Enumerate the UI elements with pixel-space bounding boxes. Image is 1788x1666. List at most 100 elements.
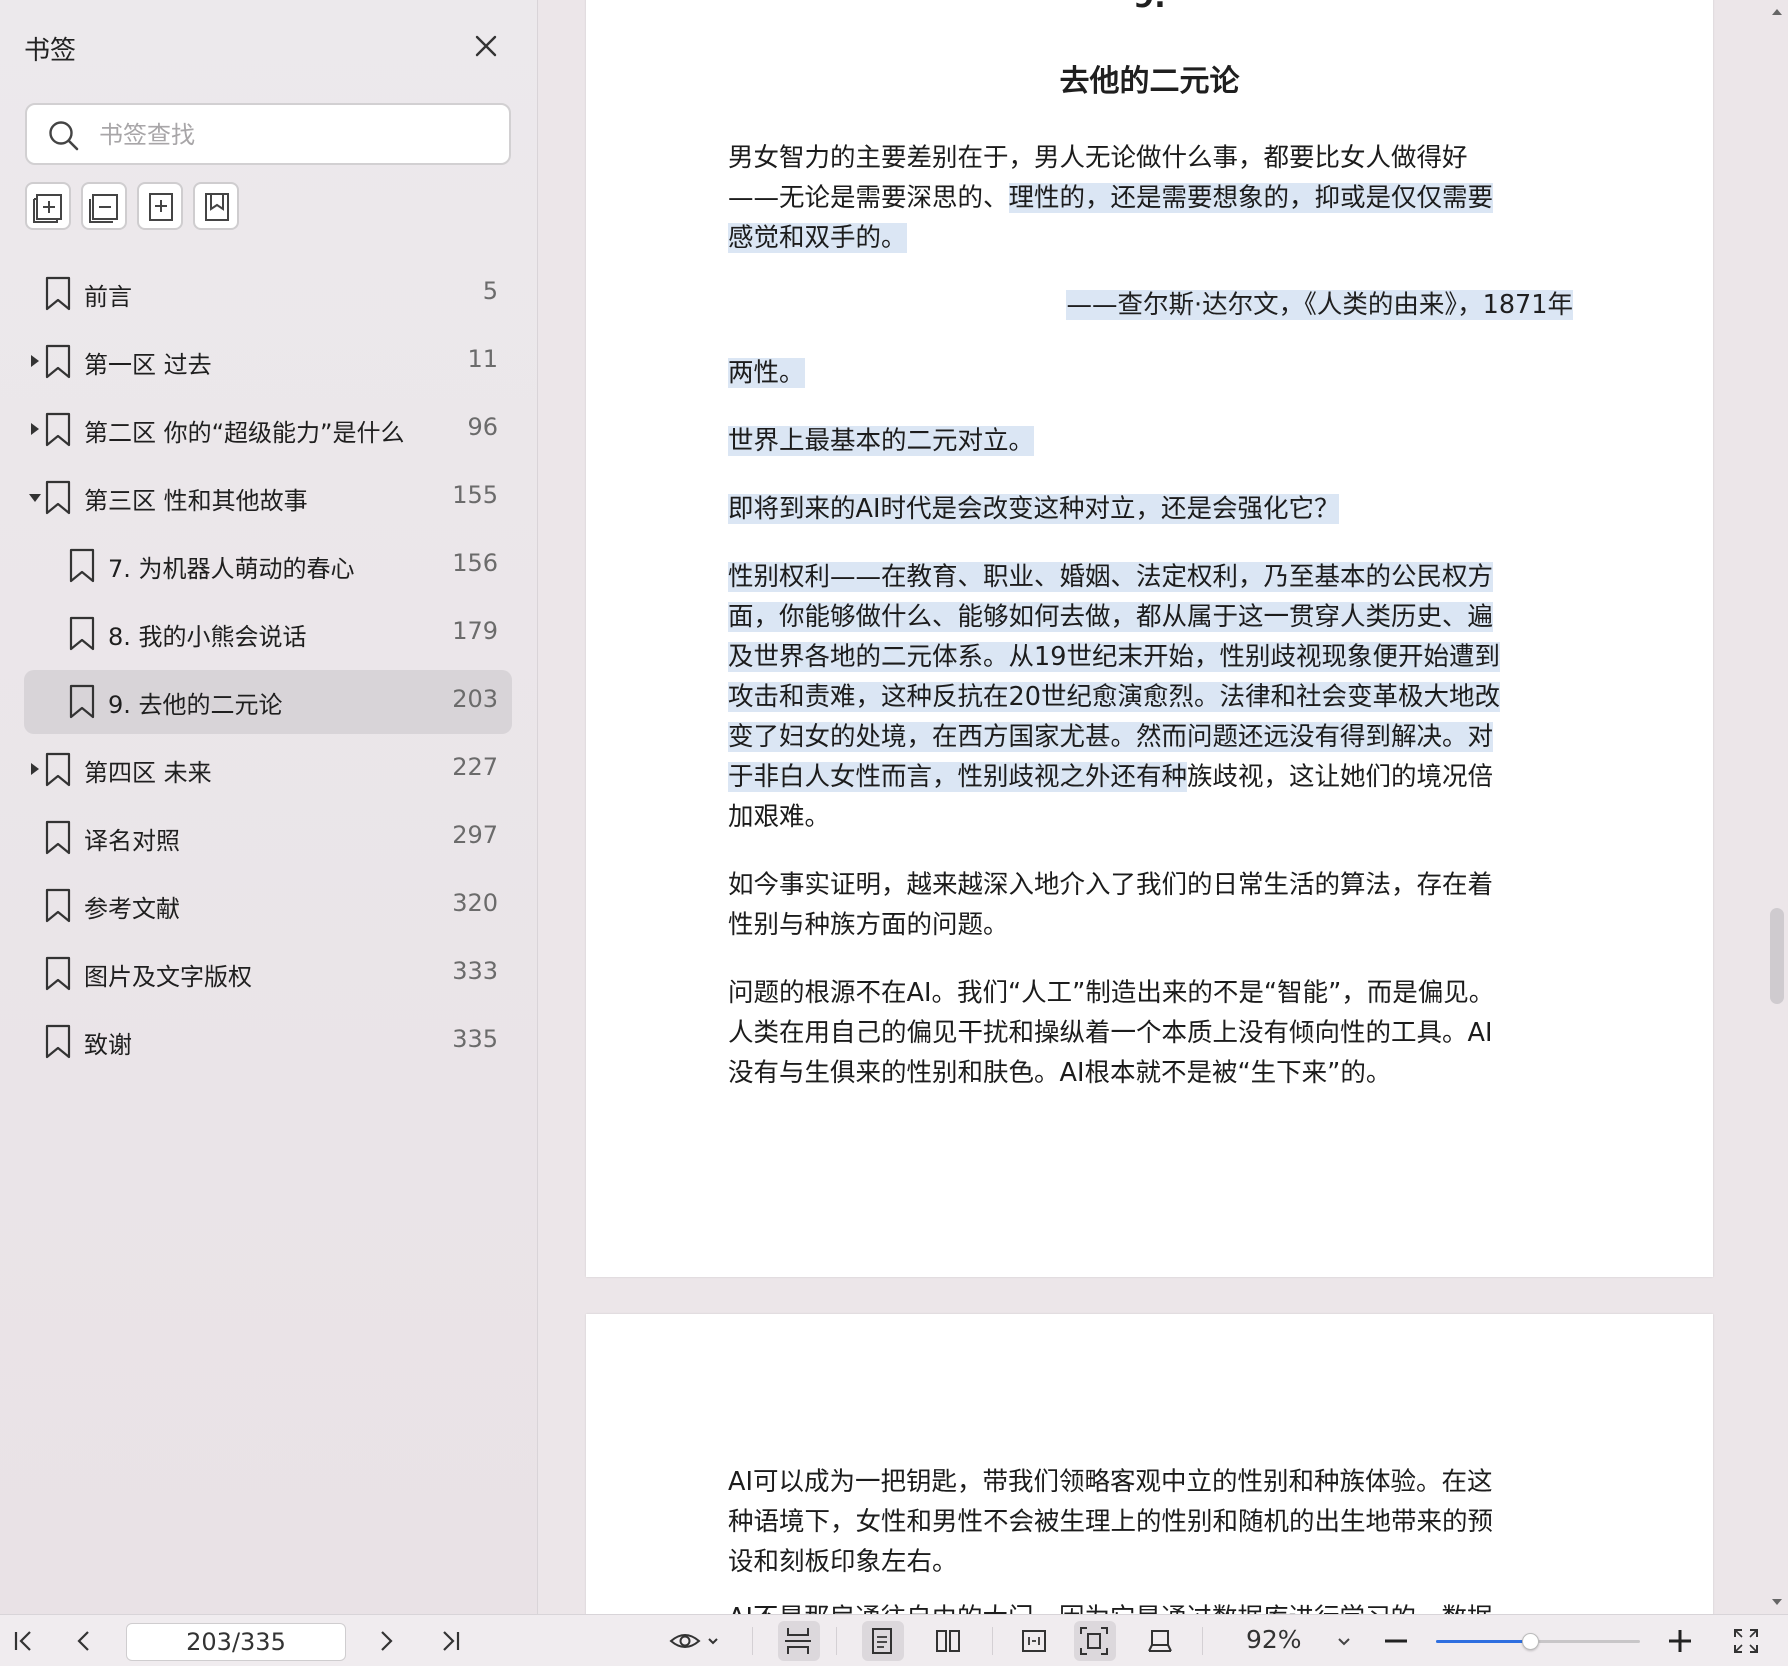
bookmark-label: 前言 bbox=[84, 283, 132, 311]
chevron-down-icon[interactable] bbox=[1326, 1623, 1362, 1659]
scroll-down-icon[interactable] bbox=[1770, 1594, 1784, 1608]
bookmark-icon bbox=[44, 276, 72, 312]
zoom-slider[interactable] bbox=[1436, 1633, 1640, 1650]
bookmark-item[interactable]: 前言 5 bbox=[24, 262, 512, 326]
paragraph: 问题的根源不在AI。我们“人工”制造出来的不是“智能”，而是偏见。 人类在用自己… bbox=[728, 973, 1573, 1093]
zoom-slider-fill bbox=[1436, 1640, 1530, 1643]
toolbar-divider bbox=[752, 1627, 753, 1655]
scroll-up-icon[interactable] bbox=[1770, 4, 1784, 18]
expand-all-button[interactable] bbox=[25, 182, 71, 230]
collapse-all-button[interactable] bbox=[81, 182, 127, 230]
bookmark-page-number: 179 bbox=[452, 617, 498, 645]
scrollbar-thumb[interactable] bbox=[1770, 908, 1784, 1004]
text-line: 于非白人女性而言，性别歧视之外还有种族歧视，这让她们的境况倍 bbox=[728, 757, 1573, 797]
bookmark-current-button[interactable] bbox=[193, 182, 239, 230]
document-viewport[interactable]: 9. 去他的二元论 男女智力的主要差别在于，男人无论做什么事，都要比女人做得好 … bbox=[539, 0, 1766, 1614]
bookmark-item[interactable]: 第二区 你的“超级能力”是什么 96 bbox=[24, 398, 512, 462]
bookmark-item[interactable]: 参考文献 320 bbox=[24, 874, 512, 938]
bookmark-item[interactable]: 译名对照 297 bbox=[24, 806, 512, 870]
bookmark-icon bbox=[68, 548, 96, 584]
bookmark-icon bbox=[68, 684, 96, 720]
toolbar-divider bbox=[992, 1627, 993, 1655]
highlighted-text: 面，你能够做什么、能够如何去做，都从属于这一贯穿人类历史、遍 bbox=[728, 602, 1494, 632]
text-line: 人类在用自己的偏见干扰和操纵着一个本质上没有倾向性的工具。AI bbox=[728, 1018, 1493, 1048]
bookmark-page-number: 297 bbox=[452, 821, 498, 849]
fit-page-button[interactable] bbox=[1074, 1621, 1116, 1661]
paragraph: 世界上最基本的二元对立。 bbox=[728, 421, 1573, 461]
text-line: ——无论是需要深思的、理性的，还是需要想象的，抑或是仅仅需要 bbox=[728, 178, 1573, 218]
first-page-button[interactable] bbox=[6, 1623, 42, 1659]
bookmark-label: 9. 去他的二元论 bbox=[108, 691, 283, 719]
double-page-button[interactable] bbox=[930, 1623, 966, 1659]
paragraph-epigraph: 男女智力的主要差别在于，男人无论做什么事，都要比女人做得好 ——无论是需要深思的… bbox=[728, 138, 1573, 258]
sidebar-title: 书签 bbox=[24, 36, 77, 66]
add-bookmark-button[interactable] bbox=[137, 182, 183, 230]
fit-width-button[interactable] bbox=[1016, 1623, 1052, 1659]
bookmark-page-number: 155 bbox=[452, 481, 498, 509]
rotate-page-button[interactable] bbox=[1142, 1623, 1178, 1659]
next-page-button[interactable] bbox=[368, 1623, 404, 1659]
collapsed-arrow-icon[interactable] bbox=[28, 760, 42, 778]
text-line: 攻击和责难，这种反抗在20世纪愈演愈烈。法律和社会变革极大地改 bbox=[728, 677, 1573, 717]
bookmark-icon bbox=[68, 616, 96, 652]
collapsed-arrow-icon[interactable] bbox=[28, 420, 42, 438]
last-page-button[interactable] bbox=[432, 1623, 468, 1659]
sidebar-header: 书签 bbox=[24, 28, 514, 68]
bookmark-search-box[interactable] bbox=[25, 103, 511, 165]
page-number-input[interactable]: 203/335 bbox=[126, 1623, 346, 1661]
highlighted-text: 攻击和责难，这种反抗在20世纪愈演愈烈。法律和社会变革极大地改 bbox=[728, 682, 1500, 712]
bookmark-item[interactable]: 8. 我的小熊会说话 179 bbox=[24, 602, 512, 666]
paragraph: AI可以成为一把钥匙，带我们领略客观中立的性别和种族体验。在这 种语境下，女性和… bbox=[728, 1462, 1573, 1582]
highlighted-text: 感觉和双手的。 bbox=[728, 223, 907, 253]
single-page-button[interactable] bbox=[862, 1621, 904, 1661]
bookmark-item[interactable]: 图片及文字版权 333 bbox=[24, 942, 512, 1006]
bookmark-label: 第三区 性和其他故事 bbox=[84, 487, 308, 515]
document-page: AI可以成为一把钥匙，带我们领略客观中立的性别和种族体验。在这 种语境下，女性和… bbox=[586, 1314, 1713, 1614]
collapsed-arrow-icon[interactable] bbox=[28, 352, 42, 370]
highlighted-text: 理性的，还是需要想象的，抑或是仅仅需要 bbox=[1008, 183, 1494, 213]
view-mode-dropdown[interactable] bbox=[664, 1623, 728, 1659]
bookmark-item[interactable]: 9. 去他的二元论 203 bbox=[24, 670, 512, 734]
bookmark-page-number: 203 bbox=[452, 685, 498, 713]
bookmark-sidebar: 书签 前言5第一区 过去11第二区 bbox=[0, 0, 538, 1614]
bookmark-item[interactable]: 7. 为机器人萌动的春心 156 bbox=[24, 534, 512, 598]
highlighted-text: 性别权利——在教育、职业、婚姻、法定权利，乃至基本的公民权方 bbox=[728, 562, 1494, 592]
bookmark-label: 致谢 bbox=[84, 1031, 132, 1059]
zoom-level[interactable]: 92% bbox=[1246, 1625, 1302, 1654]
highlighted-text: 两性。 bbox=[728, 358, 805, 388]
bookmark-label: 第二区 你的“超级能力”是什么 bbox=[84, 419, 405, 447]
bookmark-icon bbox=[44, 820, 72, 856]
fullscreen-button[interactable] bbox=[1728, 1623, 1764, 1659]
bookmark-page-number: 5 bbox=[482, 277, 498, 305]
highlighted-text: 即将到来的AI时代是会改变这种对立，还是会强化它？ bbox=[728, 494, 1340, 524]
document-page: 9. 去他的二元论 男女智力的主要差别在于，男人无论做什么事，都要比女人做得好 … bbox=[586, 0, 1713, 1277]
bookmark-icon bbox=[44, 1024, 72, 1060]
highlighted-text: 及世界各地的二元体系。从19世纪末开始，性别歧视现象便开始遭到 bbox=[728, 642, 1500, 672]
toolbar-divider bbox=[836, 1627, 837, 1655]
zoom-in-button[interactable] bbox=[1662, 1623, 1698, 1659]
text-line: 设和刻板印象左右。 bbox=[728, 1547, 958, 1577]
vertical-scrollbar[interactable] bbox=[1766, 0, 1788, 1614]
text-line: 面，你能够做什么、能够如何去做，都从属于这一贯穿人类历史、遍 bbox=[728, 597, 1573, 637]
bookmark-item[interactable]: 第四区 未来 227 bbox=[24, 738, 512, 802]
highlighted-text: 变了妇女的处境，在西方国家尤甚。然而问题还远没有得到解决。对 bbox=[728, 722, 1494, 752]
bookmark-page-number: 11 bbox=[467, 345, 498, 373]
zoom-slider-knob[interactable] bbox=[1521, 1633, 1539, 1650]
bookmark-label: 参考文献 bbox=[84, 895, 180, 923]
expanded-arrow-icon[interactable] bbox=[28, 488, 42, 506]
bookmark-search-input[interactable] bbox=[99, 115, 489, 155]
zoom-out-button[interactable] bbox=[1378, 1623, 1414, 1659]
close-icon[interactable] bbox=[468, 28, 504, 64]
text-span: ——无论是需要深思的、 bbox=[728, 183, 1009, 213]
text-line: 如今事实证明，越来越深入地介入了我们的日常生活的算法，存在着 bbox=[728, 870, 1494, 900]
text-span: 族歧视，这让她们的境况倍 bbox=[1187, 762, 1494, 792]
bottom-toolbar: 203/335 92% bbox=[0, 1614, 1788, 1666]
continuous-scroll-button[interactable] bbox=[778, 1621, 820, 1661]
paragraph: 如今事实证明，越来越深入地介入了我们的日常生活的算法，存在着 性别与种族方面的问… bbox=[728, 865, 1573, 945]
bookmark-item[interactable]: 第一区 过去 11 bbox=[24, 330, 512, 394]
bookmark-icon bbox=[44, 888, 72, 924]
bookmark-item[interactable]: 第三区 性和其他故事 155 bbox=[24, 466, 512, 530]
previous-page-button[interactable] bbox=[66, 1623, 102, 1659]
bookmark-item[interactable]: 致谢 335 bbox=[24, 1010, 512, 1074]
text-line: 性别权利——在教育、职业、婚姻、法定权利，乃至基本的公民权方 bbox=[728, 557, 1573, 597]
